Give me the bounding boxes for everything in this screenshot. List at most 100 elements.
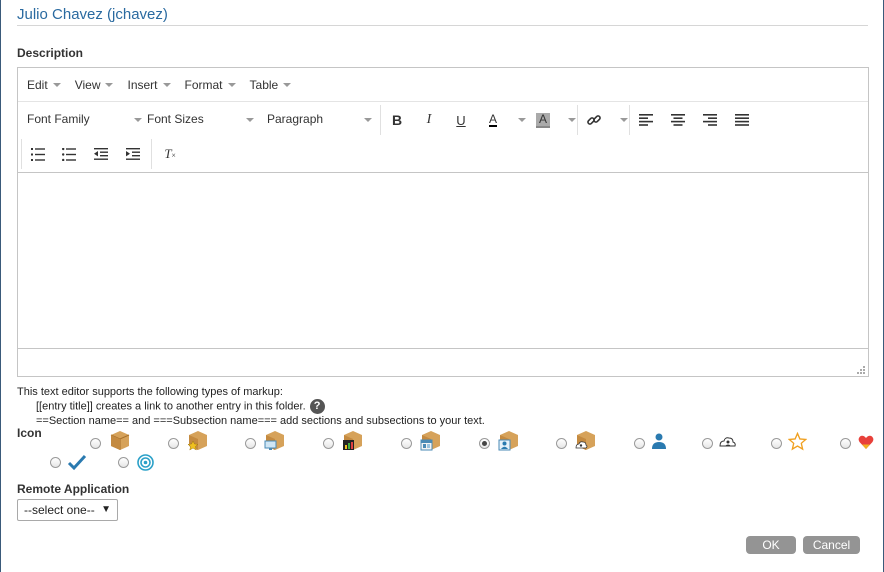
link-button[interactable]	[582, 108, 606, 132]
heart-icon	[858, 435, 874, 449]
resize-handle-icon[interactable]	[857, 366, 865, 374]
align-justify-icon	[735, 114, 749, 126]
rich-text-editor: Edit View Insert Format Table Font Famil…	[17, 67, 869, 377]
help-icon[interactable]: ?	[309, 399, 325, 414]
underline-icon: U	[456, 112, 466, 128]
chevron-down-icon: ▼	[101, 504, 111, 515]
indent-icon	[126, 148, 140, 160]
font-sizes-label: Font Sizes	[147, 112, 204, 126]
text-color-button[interactable]: A	[481, 108, 505, 132]
menu-edit-label: Edit	[27, 77, 48, 92]
chevron-down-icon	[246, 118, 254, 122]
font-family-select[interactable]: Font Family	[27, 112, 142, 126]
background-color-dropdown-icon[interactable]	[568, 118, 576, 122]
align-right-icon	[703, 114, 717, 126]
italic-icon: I	[426, 112, 432, 127]
icon-radio-checkmark[interactable]	[50, 457, 61, 468]
align-justify-button[interactable]	[730, 108, 754, 132]
chevron-down-icon	[283, 82, 292, 87]
icon-radio-star[interactable]	[771, 438, 782, 449]
description-label: Description	[17, 46, 84, 60]
numbered-list-icon	[31, 147, 45, 161]
icon-radio-box-cloud[interactable]	[556, 438, 567, 449]
icon-radio-cloud-person[interactable]	[702, 438, 713, 449]
menu-view-label: View	[74, 77, 101, 92]
numbered-list-button[interactable]	[26, 142, 50, 166]
align-right-button[interactable]	[698, 108, 722, 132]
bold-button[interactable]: B	[385, 108, 409, 132]
chevron-down-icon	[105, 82, 114, 87]
icon-radio-box-chart[interactable]	[323, 438, 334, 449]
toolbar-separator	[577, 105, 578, 135]
editor-menubar: Edit View Insert Format Table	[18, 68, 868, 102]
icon-radio-box-calendar[interactable]	[401, 438, 412, 449]
menu-edit[interactable]: Edit	[27, 78, 61, 92]
box-star-icon	[187, 431, 207, 451]
icon-radio-box-star[interactable]	[168, 438, 179, 449]
text-color-dropdown-icon[interactable]	[518, 118, 526, 122]
font-sizes-select[interactable]: Font Sizes	[147, 112, 259, 126]
ok-button[interactable]: OK	[746, 536, 796, 554]
italic-button[interactable]: I	[417, 108, 441, 132]
bullet-list-button[interactable]	[57, 142, 81, 166]
paragraph-select[interactable]: Paragraph	[267, 112, 379, 126]
font-family-label: Font Family	[27, 112, 90, 126]
box-chart-icon	[343, 431, 362, 450]
icon-radio-target[interactable]	[118, 457, 129, 468]
box-cloud-icon	[575, 431, 595, 450]
remote-application-select[interactable]: --select one-- ▼	[17, 499, 118, 521]
editor-content-area[interactable]	[18, 172, 868, 348]
markup-help-line-2-wrap: [[entry title]] creates a link to anothe…	[17, 399, 485, 414]
toolbar-separator	[380, 105, 381, 135]
box-monitor-icon	[264, 431, 284, 450]
cloud-person-icon	[719, 437, 736, 447]
markup-help-line-2: [[entry title]] creates a link to anothe…	[36, 400, 306, 413]
chevron-down-icon	[52, 82, 61, 87]
align-left-button[interactable]	[634, 108, 658, 132]
star-outline-icon	[788, 432, 807, 451]
chevron-down-icon	[364, 118, 372, 122]
markup-help-line-3: ==Section name== and ===Subsection name=…	[36, 415, 485, 427]
chevron-down-icon	[162, 82, 171, 87]
icon-label: Icon	[17, 426, 42, 440]
box-person-icon	[498, 431, 518, 451]
icon-radio-box-monitor[interactable]	[245, 438, 256, 449]
clear-formatting-icon: T ×	[164, 146, 176, 161]
text-color-icon: A	[488, 112, 497, 127]
cancel-button[interactable]: Cancel	[803, 536, 860, 554]
menu-insert-label: Insert	[127, 77, 158, 92]
link-dropdown-icon[interactable]	[620, 118, 628, 122]
menu-insert[interactable]: Insert	[127, 77, 171, 92]
clear-formatting-button[interactable]: T ×	[156, 142, 180, 166]
background-color-button[interactable]: A	[531, 108, 555, 132]
align-left-icon	[639, 114, 653, 126]
editor-statusbar	[18, 348, 868, 377]
markup-help-line-1: This text editor supports the following …	[17, 386, 283, 398]
icon-radio-box-person[interactable]	[479, 438, 490, 449]
page-title: Julio Chavez (jchavez)	[17, 6, 168, 23]
link-icon	[587, 115, 601, 125]
box-calendar-icon	[420, 431, 440, 451]
remote-application-value: --select one--	[24, 503, 95, 517]
indent-button[interactable]	[121, 142, 145, 166]
menu-table-label: Table	[249, 77, 279, 92]
toolbar-separator	[629, 105, 630, 135]
menu-format[interactable]: Format	[185, 78, 236, 92]
icon-radio-box[interactable]	[90, 438, 101, 449]
editor-toolbar-row-2: T ×	[18, 137, 868, 171]
align-center-button[interactable]	[666, 108, 690, 132]
align-center-icon	[671, 114, 685, 126]
editor-toolbar-row-1: Font Family Font Sizes Paragraph B I U A…	[18, 103, 868, 137]
toolbar-separator	[151, 139, 152, 169]
chevron-down-icon	[227, 82, 236, 87]
underline-button[interactable]: U	[449, 108, 473, 132]
target-icon	[137, 454, 154, 471]
menu-view[interactable]: View	[75, 78, 114, 92]
icon-radio-person[interactable]	[634, 438, 645, 449]
icon-radio-heart[interactable]	[840, 438, 851, 449]
paragraph-label: Paragraph	[267, 112, 324, 126]
outdent-icon	[94, 148, 108, 160]
outdent-button[interactable]	[89, 142, 113, 166]
menu-table[interactable]: Table	[250, 78, 292, 92]
background-color-icon: A	[535, 112, 550, 128]
